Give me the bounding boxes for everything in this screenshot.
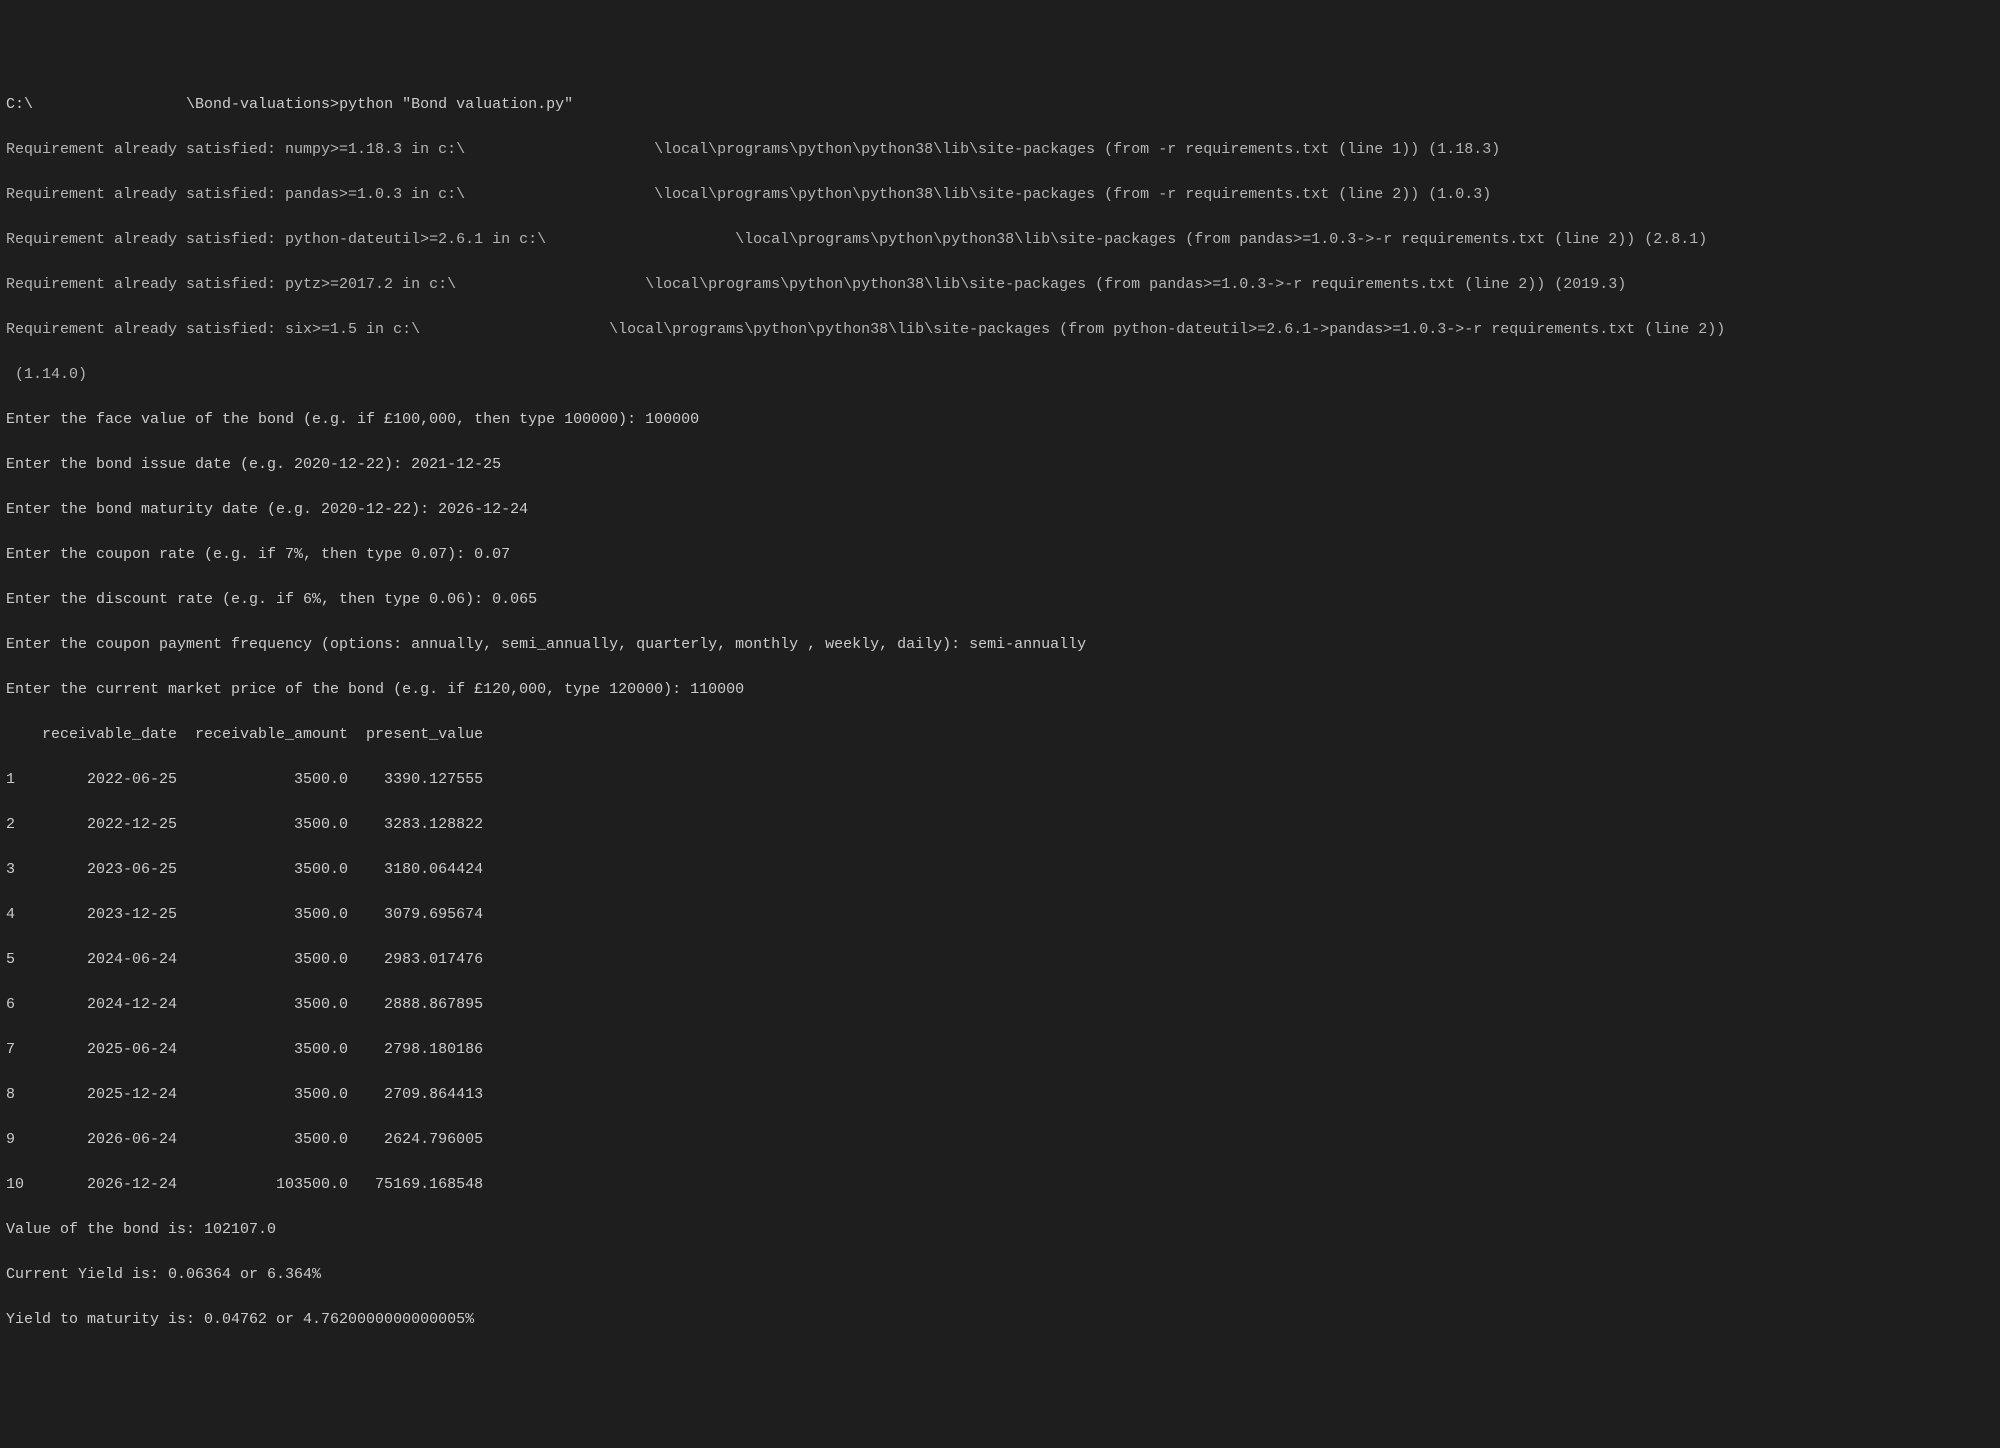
table-row: 2 2022-12-25 3500.0 3283.128822 <box>6 814 1994 837</box>
bond-value-result: Value of the bond is: 102107.0 <box>6 1219 1994 1242</box>
input-prompt-line: Enter the discount rate (e.g. if 6%, the… <box>6 589 1994 612</box>
table-row: 9 2026-06-24 3500.0 2624.796005 <box>6 1129 1994 1152</box>
prompt-command: python "Bond valuation.py" <box>339 96 573 113</box>
table-row: 8 2025-12-24 3500.0 2709.864413 <box>6 1084 1994 1107</box>
requirement-line: Requirement already satisfied: python-da… <box>6 229 1994 252</box>
table-row: 1 2022-06-25 3500.0 3390.127555 <box>6 769 1994 792</box>
table-row: 3 2023-06-25 3500.0 3180.064424 <box>6 859 1994 882</box>
input-prompt-line: Enter the coupon rate (e.g. if 7%, then … <box>6 544 1994 567</box>
input-prompt-line: Enter the current market price of the bo… <box>6 679 1994 702</box>
current-yield-result: Current Yield is: 0.06364 or 6.364% <box>6 1264 1994 1287</box>
input-prompt-line: Enter the bond maturity date (e.g. 2020-… <box>6 499 1994 522</box>
input-prompt-line: Enter the bond issue date (e.g. 2020-12-… <box>6 454 1994 477</box>
input-prompt-line: Enter the coupon payment frequency (opti… <box>6 634 1994 657</box>
requirement-line: Requirement already satisfied: numpy>=1.… <box>6 139 1994 162</box>
table-row: 5 2024-06-24 3500.0 2983.017476 <box>6 949 1994 972</box>
table-row: 6 2024-12-24 3500.0 2888.867895 <box>6 994 1994 1017</box>
requirement-line: Requirement already satisfied: pytz>=201… <box>6 274 1994 297</box>
table-row: 7 2025-06-24 3500.0 2798.180186 <box>6 1039 1994 1062</box>
command-prompt-line[interactable]: C:\ \Bond-valuations>python "Bond valuat… <box>6 94 1994 117</box>
prompt-prefix: C:\ \Bond-valuations> <box>6 96 339 113</box>
ytm-result: Yield to maturity is: 0.04762 or 4.76200… <box>6 1309 1994 1332</box>
requirement-line: (1.14.0) <box>6 364 1994 387</box>
table-row: 4 2023-12-25 3500.0 3079.695674 <box>6 904 1994 927</box>
input-prompt-line: Enter the face value of the bond (e.g. i… <box>6 409 1994 432</box>
requirement-line: Requirement already satisfied: pandas>=1… <box>6 184 1994 207</box>
requirement-line: Requirement already satisfied: six>=1.5 … <box>6 319 1994 342</box>
table-row: 10 2026-12-24 103500.0 75169.168548 <box>6 1174 1994 1197</box>
table-header: receivable_date receivable_amount presen… <box>6 724 1994 747</box>
